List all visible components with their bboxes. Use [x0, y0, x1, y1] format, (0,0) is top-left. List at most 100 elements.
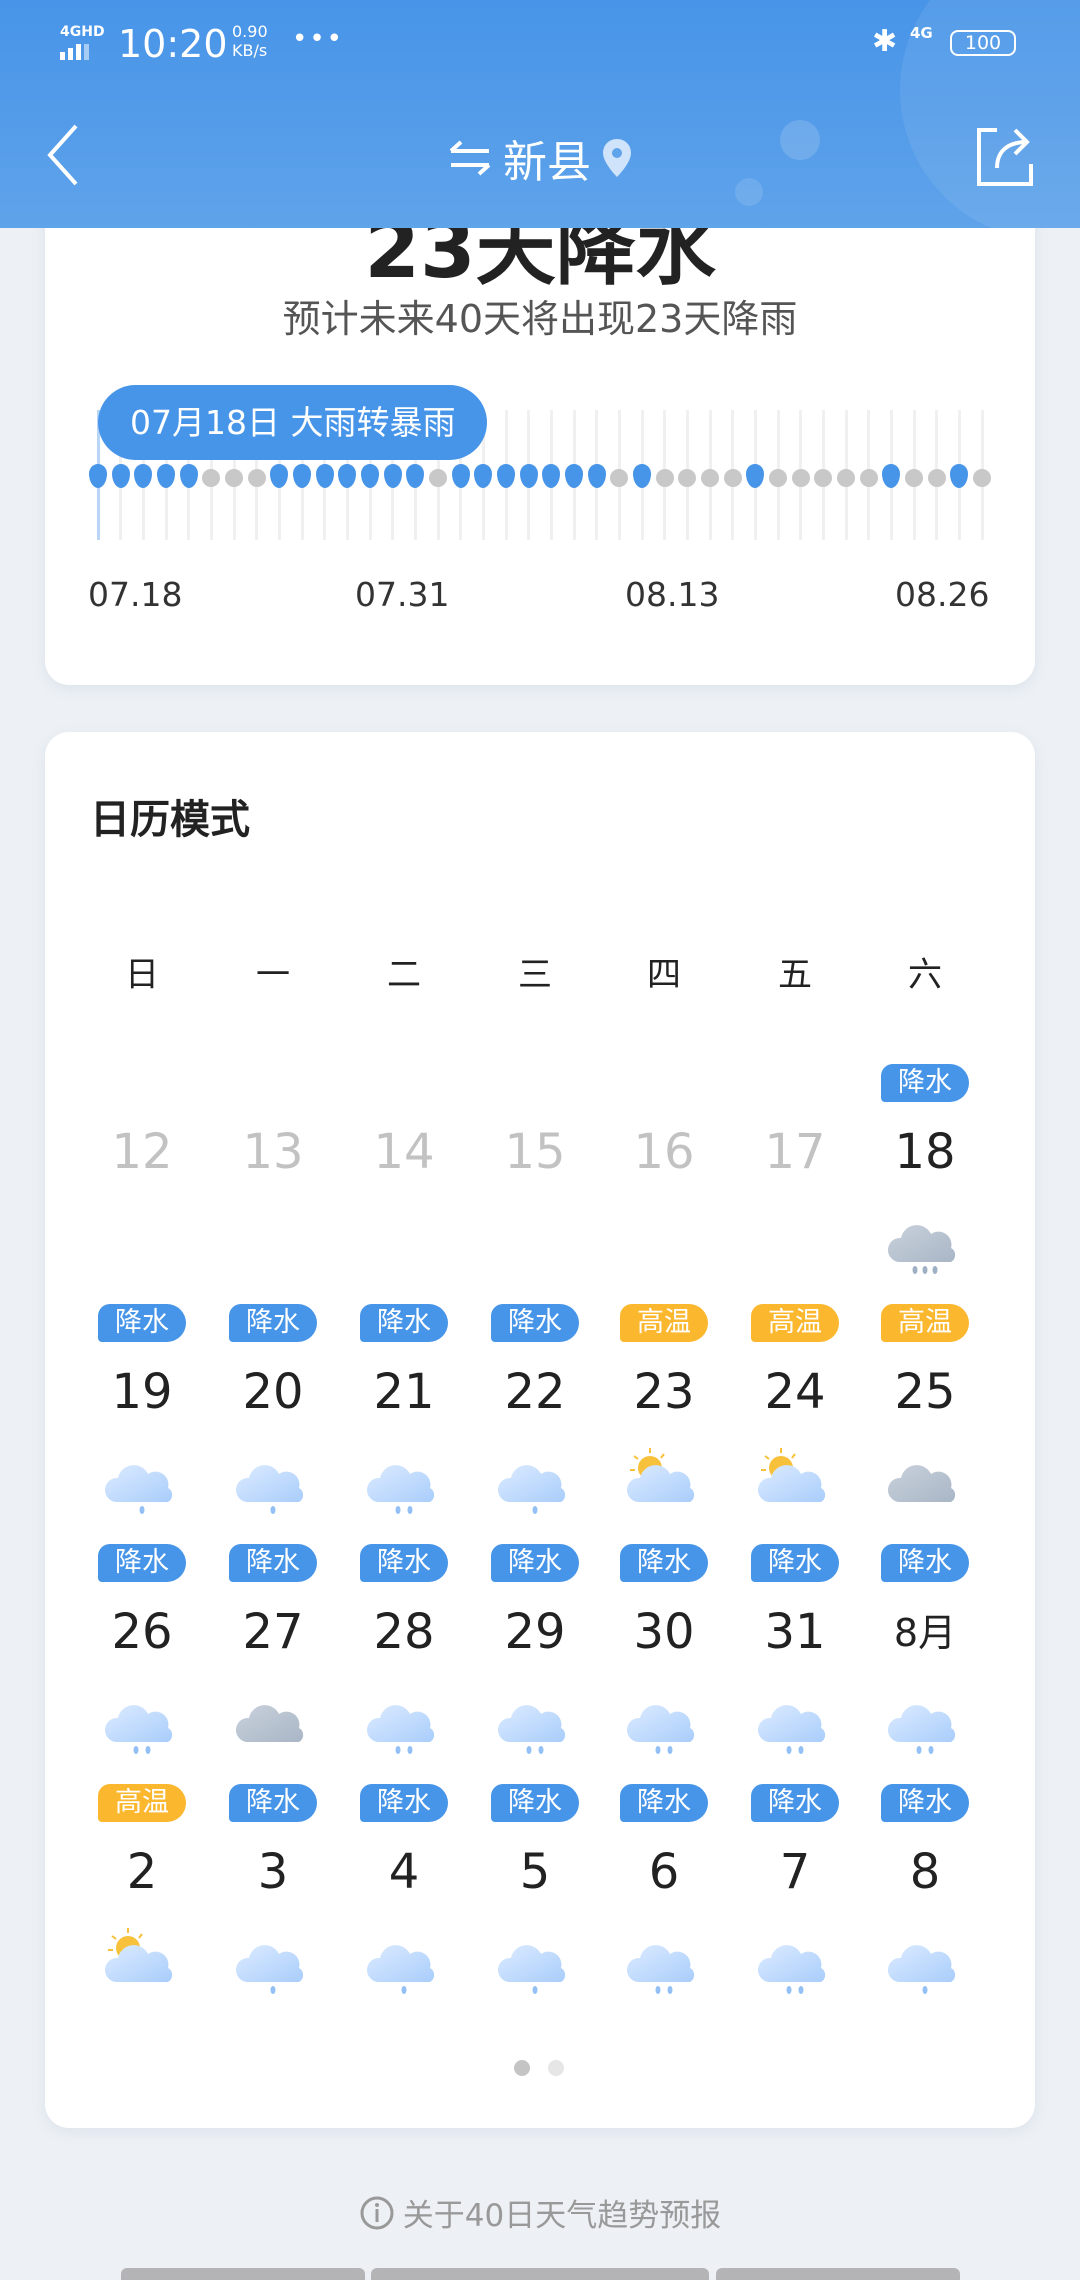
rain-drop-icon[interactable] — [519, 464, 538, 488]
city-selector[interactable]: 新县 — [0, 126, 1080, 190]
page-indicator-dot[interactable] — [514, 2060, 530, 2076]
rain-drop-icon[interactable] — [338, 464, 357, 488]
dry-day-dot[interactable] — [655, 469, 674, 487]
rain-drop-icon[interactable] — [270, 464, 289, 488]
calendar-day[interactable]: 15 — [470, 1124, 600, 1180]
calendar-day[interactable]: 5 — [470, 1844, 600, 1900]
calendar-day[interactable]: 16 — [599, 1124, 729, 1180]
dry-day-dot[interactable] — [701, 469, 719, 487]
rain-drop-icon[interactable] — [950, 464, 969, 488]
weekday-header: 一 — [256, 955, 290, 995]
moderate-rain-icon — [887, 1705, 956, 1754]
rain-drop-icon[interactable] — [633, 464, 651, 488]
moderate-rain-icon — [497, 1705, 566, 1754]
calendar-day[interactable]: 24 — [730, 1364, 860, 1420]
day-badge: 高温 — [881, 1304, 969, 1342]
rain-drop-icon[interactable] — [157, 464, 175, 488]
dry-day-dot[interactable] — [247, 469, 266, 487]
dry-day-dot[interactable] — [814, 469, 833, 487]
calendar-day[interactable]: 29 — [470, 1604, 600, 1660]
timeline-date-label: 07.18 — [88, 575, 183, 614]
rain-drop-icon[interactable] — [746, 464, 765, 488]
about-forecast-link[interactable]: 关于40日天气趋势预报 — [0, 2190, 1080, 2235]
weekday-header: 六 — [908, 955, 942, 995]
calendar-day[interactable]: 26 — [77, 1604, 207, 1660]
calendar-day[interactable]: 8月 — [860, 1604, 990, 1662]
calendar-day[interactable]: 31 — [730, 1604, 860, 1660]
calendar-day[interactable]: 2 — [77, 1844, 207, 1900]
rain-drop-icon[interactable] — [451, 464, 470, 488]
calendar-day[interactable]: 4 — [339, 1844, 469, 1900]
bottom-tab-bar[interactable] — [121, 2268, 365, 2280]
rain-drop-icon[interactable] — [542, 464, 561, 488]
timeline-date-label: 08.26 — [895, 575, 990, 614]
calendar-day[interactable]: 17 — [730, 1124, 860, 1180]
calendar-day[interactable]: 14 — [339, 1124, 469, 1180]
moderate-rain-icon — [366, 1705, 435, 1754]
dry-day-dot[interactable] — [429, 469, 447, 487]
calendar-day[interactable]: 21 — [339, 1364, 469, 1420]
rain-drop-icon[interactable] — [361, 464, 379, 488]
bottom-tab-bar[interactable] — [716, 2268, 960, 2280]
day-badge: 降水 — [881, 1544, 969, 1582]
rain-drop-icon[interactable] — [882, 464, 901, 488]
speed-unit: KB/s — [232, 41, 268, 60]
dry-day-dot[interactable] — [769, 469, 787, 487]
dry-day-dot[interactable] — [837, 469, 855, 487]
dry-day-dot[interactable] — [723, 469, 742, 487]
dry-day-dot[interactable] — [859, 469, 878, 487]
day-badge: 降水 — [751, 1544, 839, 1582]
dry-day-dot[interactable] — [610, 469, 629, 487]
rain-drop-icon[interactable] — [89, 464, 107, 488]
status-bar: 4GHD 10:20 0.90 KB/s ••• ✱ 4G 100 — [0, 22, 1080, 82]
calendar-day[interactable]: 20 — [208, 1364, 338, 1420]
dry-day-dot[interactable] — [202, 469, 221, 487]
rain-drop-icon[interactable] — [293, 464, 311, 488]
calendar-day[interactable]: 23 — [599, 1364, 729, 1420]
calendar-day[interactable]: 8 — [860, 1844, 990, 1900]
day-badge: 降水 — [360, 1784, 448, 1822]
calendar-day[interactable]: 18 — [860, 1124, 990, 1180]
calendar-day[interactable]: 3 — [208, 1844, 338, 1900]
info-icon — [360, 2196, 394, 2229]
light-rain-icon — [366, 1945, 435, 1994]
rain-drop-icon[interactable] — [111, 464, 130, 488]
calendar-day[interactable]: 30 — [599, 1604, 729, 1660]
calendar-day[interactable]: 28 — [339, 1604, 469, 1660]
cloudy-icon — [887, 1465, 956, 1502]
day-badge: 降水 — [620, 1784, 708, 1822]
rain-drop-icon[interactable] — [474, 464, 493, 488]
dry-day-dot[interactable] — [791, 469, 810, 487]
rain-drop-icon[interactable] — [134, 464, 153, 488]
calendar-day[interactable]: 19 — [77, 1364, 207, 1420]
light-rain-icon — [497, 1465, 566, 1514]
rain-drop-icon[interactable] — [497, 464, 515, 488]
share-icon[interactable] — [975, 124, 1035, 188]
rain-drop-icon[interactable] — [565, 464, 583, 488]
app-header: 4GHD 10:20 0.90 KB/s ••• ✱ 4G 100 新县 — [0, 0, 1080, 228]
dry-day-dot[interactable] — [678, 469, 697, 487]
dry-day-dot[interactable] — [225, 469, 243, 487]
timeline-date-label: 08.13 — [625, 575, 720, 614]
calendar-day[interactable]: 7 — [730, 1844, 860, 1900]
rain-drop-icon[interactable] — [587, 464, 606, 488]
rain-drop-icon[interactable] — [406, 464, 425, 488]
calendar-day[interactable]: 22 — [470, 1364, 600, 1420]
calendar-day[interactable]: 13 — [208, 1124, 338, 1180]
dry-day-dot[interactable] — [905, 469, 923, 487]
rain-drop-icon[interactable] — [315, 464, 334, 488]
rain-drop-icon[interactable] — [383, 464, 402, 488]
calendar-day[interactable]: 27 — [208, 1604, 338, 1660]
rain-drop-icon[interactable] — [179, 464, 198, 488]
calendar-day[interactable]: 25 — [860, 1364, 990, 1420]
day-badge: 降水 — [229, 1544, 317, 1582]
dry-day-dot[interactable] — [973, 469, 991, 487]
light-rain-icon — [497, 1945, 566, 1994]
calendar-day[interactable]: 6 — [599, 1844, 729, 1900]
swap-arrows-icon — [449, 140, 491, 176]
bottom-tab-bar[interactable] — [371, 2268, 709, 2280]
day-badge: 降水 — [360, 1304, 448, 1342]
dry-day-dot[interactable] — [927, 469, 946, 487]
page-indicator-dot[interactable] — [548, 2060, 564, 2076]
calendar-day[interactable]: 12 — [77, 1124, 207, 1180]
